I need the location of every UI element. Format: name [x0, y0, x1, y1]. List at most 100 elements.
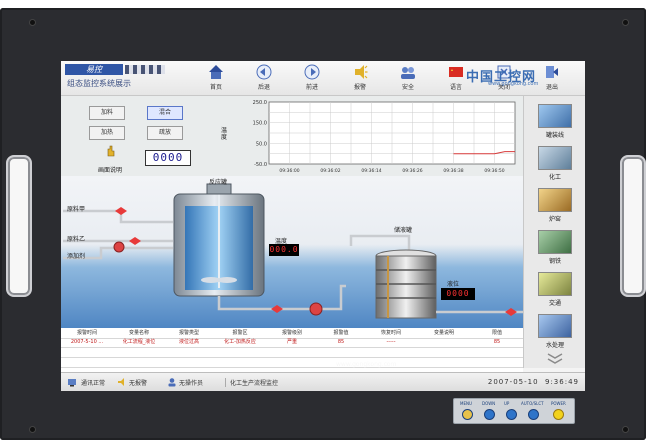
pipe-riser	[349, 234, 411, 250]
sidebar-label: 交通	[548, 300, 561, 307]
help-hand-icon	[107, 145, 115, 157]
logo-main: 易控	[65, 64, 123, 75]
additive-label: 添加剂	[67, 253, 86, 260]
storage-label: 储液罐	[394, 227, 413, 234]
alarm-table: 报警时间 变量名称 报警类型 报警区 报警级别 报警值 恢复时间 变量说明 限值 2007-5-…	[61, 328, 523, 372]
down-label: DOWN	[482, 401, 496, 406]
operator-icon	[168, 378, 176, 387]
agitator-blade	[217, 277, 237, 283]
chart-ytick-label: 250.0	[253, 100, 267, 106]
sidebar-item-steel[interactable]: 钢铁	[534, 230, 576, 268]
language-flag-icon	[449, 67, 463, 77]
screw	[623, 427, 628, 432]
scene-thumbnail	[538, 146, 572, 170]
sidebar-label: 炉窑	[548, 216, 561, 223]
sidebar-item-traffic[interactable]: 交通	[534, 272, 576, 310]
table-row[interactable]	[61, 358, 523, 368]
alarm-bell-icon	[355, 65, 368, 79]
bottom-watermark: www.gongkong.com	[336, 361, 397, 368]
reactor-label: 反应罐	[209, 179, 228, 186]
logo-checker	[125, 65, 165, 74]
nav-exit-label: 退出	[545, 84, 558, 91]
auto-label: AUTO/SLCT	[521, 401, 544, 406]
table-cell: 液位过高	[178, 339, 199, 345]
logo-subtitle: 组态监控系统展示	[67, 79, 131, 88]
table-row[interactable]	[61, 348, 523, 358]
material-b-label: 原料乙	[67, 236, 86, 243]
nav-forward-button[interactable]: 前进	[295, 64, 329, 93]
scroll-down-icon[interactable]	[546, 352, 564, 364]
status-comm: 通讯正常	[81, 380, 106, 387]
material-a-label: 原料甲	[67, 206, 86, 213]
valve-drain	[505, 308, 517, 316]
table-cell: 化工-加热反应	[224, 339, 256, 345]
security-users-icon	[401, 67, 415, 79]
table-header-cell: 报警值	[333, 330, 349, 336]
sidebar-label: 水处理	[545, 342, 564, 349]
menu-label: MENU	[460, 401, 472, 406]
sidebar-item-kiln[interactable]: 炉窑	[534, 188, 576, 226]
help-button[interactable]: 画面说明	[89, 145, 131, 174]
sidebar-item-canning[interactable]: 罐装线	[534, 104, 576, 142]
feed-button[interactable]: 加料	[89, 106, 125, 120]
table-cell: 严重	[286, 339, 297, 345]
auto-select-button[interactable]	[528, 409, 539, 420]
table-header-cell: 变量说明	[433, 330, 454, 336]
process-diagram: 反应罐 原料甲 原料乙 添加剂 温度 000.0 储液罐 液位 0000	[61, 176, 523, 328]
scene-sidebar: 罐装线 化工 炉窑 钢铁 交通 水处理	[523, 96, 585, 368]
chart-ytick-label: -50.0	[254, 162, 267, 168]
chart-xtick-label: 09:36:50	[484, 168, 504, 174]
sidebar-item-chemical[interactable]: 化工	[534, 146, 576, 184]
help-label: 画面说明	[97, 167, 122, 174]
status-operator: 无操作员	[179, 380, 204, 387]
down-button[interactable]	[484, 409, 495, 420]
table-cell	[417, 338, 471, 347]
table-header-cell: 报警类型	[178, 330, 199, 336]
heat-button[interactable]: 加热	[89, 126, 125, 140]
storage-tank	[375, 255, 437, 319]
exit-icon	[546, 66, 558, 78]
chart-ytick-label: 50.0	[256, 141, 267, 147]
power-button[interactable]	[553, 409, 564, 420]
status-bar: 通讯正常 无报警 无操作员 化工生产流程监控 2007-05-10 9:36:4…	[61, 372, 585, 391]
temperature-display: 000.0	[269, 244, 299, 256]
power-label: POWER	[551, 401, 566, 406]
chart-xtick-label: 09:36:26	[402, 168, 422, 174]
chart-xtick-label: 09:36:00	[279, 168, 299, 174]
nav-alarm-label: 报警	[353, 84, 366, 91]
nav-home-label: 首页	[209, 84, 222, 91]
nav-home-button[interactable]: 首页	[199, 64, 233, 93]
pump-outlet	[309, 302, 323, 316]
status-alarm: 无报警	[129, 380, 148, 387]
nav-back-label: 后退	[257, 84, 270, 91]
scene-thumbnail	[538, 230, 572, 254]
sidebar-item-water[interactable]: 水处理	[534, 314, 576, 352]
nav-security-button[interactable]: 安全	[391, 64, 425, 93]
app-logo: 易控 组态监控系统展示	[63, 64, 183, 92]
nav-forward-label: 前进	[305, 84, 318, 91]
left-handle	[6, 155, 32, 297]
status-time: 9:36:49	[545, 378, 579, 386]
screw	[623, 20, 628, 25]
mix-button[interactable]: 混合	[147, 106, 183, 120]
chart-xtick-label: 09:36:38	[443, 168, 463, 174]
nav-back-button[interactable]: 后退	[247, 64, 281, 93]
scene-thumbnail	[538, 272, 572, 296]
nav-exit-button[interactable]: 退出	[535, 64, 569, 93]
up-button[interactable]	[506, 409, 517, 420]
scene-thumbnail	[538, 188, 572, 212]
right-handle	[620, 155, 646, 297]
screw	[30, 20, 35, 25]
menu-button[interactable]	[462, 409, 473, 420]
table-cell: -----	[386, 339, 396, 345]
valve-outlet	[271, 305, 283, 313]
scene-thumbnail	[538, 314, 572, 338]
table-header-cell: 限值	[491, 330, 502, 336]
table-row[interactable]: 2007-5-10 ... 化工流程_液位 液位过高 化工-加热反应 严重 85 -----…	[61, 338, 523, 348]
nav-security-label: 安全	[401, 84, 414, 91]
drain-button[interactable]: 疏放	[147, 126, 183, 140]
sidebar-label: 罐装线	[545, 132, 564, 139]
nav-alarm-button[interactable]: 报警	[343, 64, 377, 93]
table-header-cell: 报警级别	[281, 330, 302, 336]
forward-arrow-icon	[304, 64, 320, 80]
